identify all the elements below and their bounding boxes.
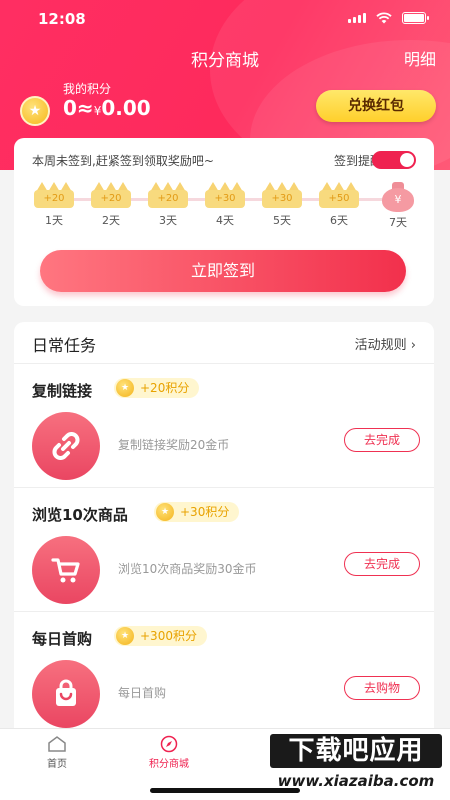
day-label: 6天 xyxy=(330,214,348,227)
signin-remind-toggle[interactable] xyxy=(372,151,416,169)
day-label: 1天 xyxy=(45,214,63,227)
task-action-button[interactable]: 去完成 xyxy=(344,552,420,576)
task-title: 复制链接 xyxy=(32,382,93,400)
activity-rules-link[interactable]: 活动规则 › xyxy=(355,334,416,353)
title-bar: 积分商城 明细 xyxy=(0,46,450,74)
crown-icon: +30 xyxy=(262,182,302,210)
day-label: 4天 xyxy=(216,214,234,227)
home-indicator xyxy=(150,788,300,793)
watermark-text: 下载吧应用 xyxy=(270,734,442,768)
gold-coin-icon: ★ xyxy=(20,96,50,126)
signin-day: +20 1天 xyxy=(32,182,76,228)
tab-points-mall[interactable]: 积分商城 xyxy=(124,735,214,770)
wifi-icon xyxy=(376,12,392,24)
task-item: 复制链接 ★ +20积分 复制链接奖励20金币 去完成 xyxy=(14,364,434,488)
points-label: 我的积分 xyxy=(63,82,112,96)
compass-icon xyxy=(124,735,214,753)
day-reward: +50 xyxy=(319,190,359,208)
signin-day: +20 2天 xyxy=(89,182,133,228)
task-title: 每日首购 xyxy=(32,630,93,648)
crown-icon: +30 xyxy=(205,182,245,210)
exchange-red-packet-button[interactable]: 兑换红包 xyxy=(316,90,436,122)
day-reward: +30 xyxy=(262,190,302,208)
signin-day: +30 5天 xyxy=(260,182,304,228)
status-icons xyxy=(348,12,429,24)
shopping-bag-icon xyxy=(32,660,100,728)
page-title: 积分商城 xyxy=(191,51,259,71)
tab-label: 首页 xyxy=(47,759,67,770)
signin-day: +30 4天 xyxy=(203,182,247,228)
task-desc: 每日首购 xyxy=(118,686,167,700)
day-reward: +20 xyxy=(91,190,131,208)
watermark-logo: 下载吧应用 www.xiazaiba.com xyxy=(270,732,442,794)
crown-icon: +50 xyxy=(319,182,359,210)
signin-day: +50 6天 xyxy=(317,182,361,228)
task-reward: +20积分 xyxy=(140,381,190,395)
signin-day: ¥ 7天 xyxy=(376,182,420,230)
task-reward-badge: ★ +30积分 xyxy=(154,502,240,522)
task-desc: 浏览10次商品奖励30金币 xyxy=(118,562,257,576)
signin-tip: 本周未签到,赶紧签到领取奖励吧~ xyxy=(32,154,214,168)
task-action-button[interactable]: 去完成 xyxy=(344,428,420,452)
task-item: 每日首购 ★ +300积分 每日首购 去购物 xyxy=(14,612,434,736)
signin-now-button[interactable]: 立即签到 xyxy=(40,250,406,292)
task-action-button[interactable]: 去购物 xyxy=(344,676,420,700)
crown-icon: +20 xyxy=(91,182,131,210)
coin-icon: ★ xyxy=(116,379,134,397)
day-reward: +20 xyxy=(148,190,188,208)
detail-link[interactable]: 明细 xyxy=(404,46,436,70)
cellular-signal-icon xyxy=(348,13,366,23)
tasks-header: 日常任务 活动规则 › xyxy=(14,322,434,364)
task-desc: 复制链接奖励20金币 xyxy=(118,438,230,452)
battery-icon xyxy=(402,12,429,24)
tab-label: 积分商城 xyxy=(149,759,189,770)
signin-day: +20 3天 xyxy=(146,182,190,228)
home-icon xyxy=(12,735,102,753)
link-icon xyxy=(32,412,100,480)
status-time: 12:08 xyxy=(38,10,86,28)
signin-days: +20 1天 +20 2天 +20 3天 +30 4天 +30 5天 +50 6… xyxy=(32,182,422,232)
day-reward: ¥ xyxy=(382,188,414,212)
day-label: 7天 xyxy=(389,216,407,229)
signin-card: 本周未签到,赶紧签到领取奖励吧~ 签到提醒 +20 1天 +20 2天 +20 … xyxy=(14,138,434,306)
task-reward: +30积分 xyxy=(180,505,230,519)
day-reward: +20 xyxy=(34,190,74,208)
day-label: 5天 xyxy=(273,214,291,227)
cart-icon xyxy=(32,536,100,604)
status-bar: 12:08 xyxy=(0,0,450,40)
money-bag-icon: ¥ xyxy=(382,182,414,212)
crown-icon: +20 xyxy=(148,182,188,210)
task-reward: +300积分 xyxy=(140,629,197,643)
tab-home[interactable]: 首页 xyxy=(12,735,102,770)
day-label: 2天 xyxy=(102,214,120,227)
task-title: 浏览10次商品 xyxy=(32,506,128,524)
points-value: 0≈¥0.00 xyxy=(63,96,151,120)
task-item: 浏览10次商品 ★ +30积分 浏览10次商品奖励30金币 去完成 xyxy=(14,488,434,612)
daily-tasks-card: 日常任务 活动规则 › 复制链接 ★ +20积分 复制链接奖励20金币 去完成 浏… xyxy=(14,322,434,742)
coin-icon: ★ xyxy=(156,503,174,521)
task-reward-badge: ★ +20积分 xyxy=(114,378,200,398)
day-label: 3天 xyxy=(159,214,177,227)
coin-icon: ★ xyxy=(116,627,134,645)
task-reward-badge: ★ +300积分 xyxy=(114,626,207,646)
tasks-title: 日常任务 xyxy=(32,336,97,355)
points-money: 0.00 xyxy=(101,96,151,120)
rules-label: 活动规则 xyxy=(354,338,407,353)
day-reward: +30 xyxy=(205,190,245,208)
crown-icon: +20 xyxy=(34,182,74,210)
chevron-right-icon: › xyxy=(410,338,416,353)
points-count: 0≈ xyxy=(63,96,94,120)
